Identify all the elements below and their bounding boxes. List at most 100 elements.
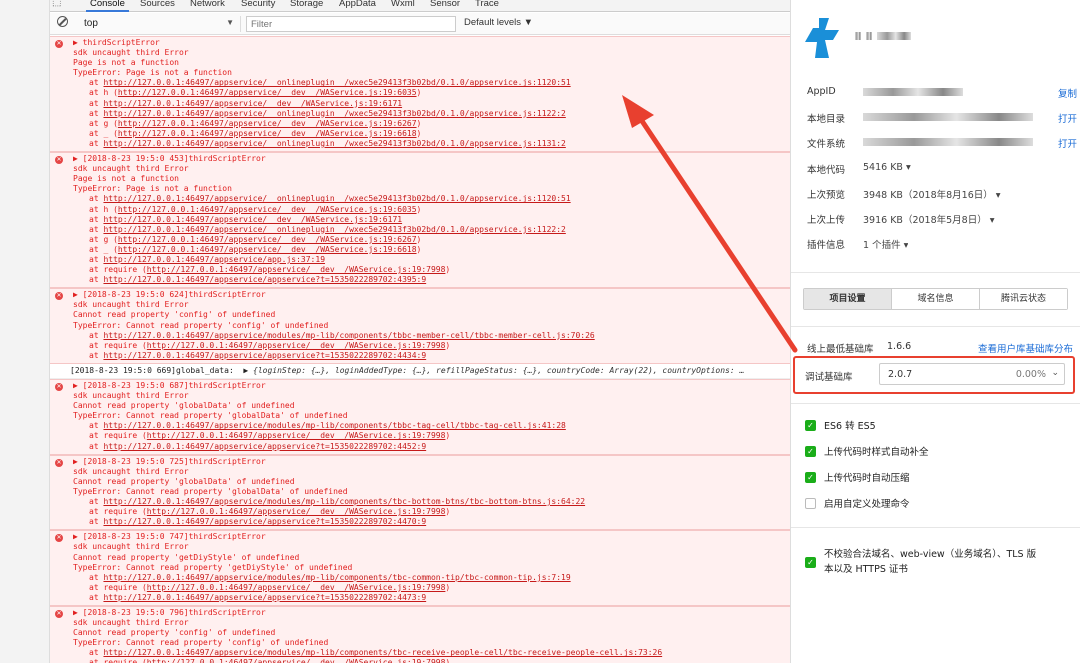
tab-sources[interactable]: Sources — [140, 0, 175, 9]
log-error-message: Cannot read property 'getDiyStyle' of un… — [73, 552, 300, 562]
stack-prefix: at — [89, 194, 104, 204]
stack-link[interactable]: http://127.0.0.1:46497/appservice/appser… — [103, 517, 426, 526]
stack-link[interactable]: http://127.0.0.1:46497/appservice/__onli… — [103, 225, 565, 234]
stack-prefix: at — [89, 108, 104, 118]
tab-security[interactable]: Security — [241, 0, 275, 9]
tab-storage[interactable]: Storage — [290, 0, 323, 9]
stack-link[interactable]: http://127.0.0.1:46497/appservice/appser… — [103, 442, 426, 451]
stack-prefix: at h ( — [89, 88, 118, 98]
check-minify[interactable]: ✓ 上传代码时自动压缩 — [805, 472, 1073, 486]
tab-sensor[interactable]: Sensor — [430, 0, 460, 9]
stack-frame: at http://127.0.0.1:46497/appservice/mod… — [73, 421, 790, 431]
tab-tencent-cloud-status[interactable]: 腾讯云状态 — [980, 289, 1067, 309]
tab-console[interactable]: Console — [86, 0, 129, 12]
stack-link[interactable]: http://127.0.0.1:46497/appservice/__onli… — [103, 194, 570, 203]
lib-distribution-link[interactable]: 查看用户库基础库分布 — [978, 341, 1073, 355]
stack-link[interactable]: http://127.0.0.1:46497/appservice/__dev_… — [147, 658, 446, 663]
log-info-line[interactable]: [2018-8-23 19:5:0 669]global_data: ▶ {lo… — [50, 363, 790, 379]
tab-trace[interactable]: Trace — [475, 0, 499, 9]
checkbox-checked-icon[interactable]: ✓ — [805, 446, 816, 457]
stack-link[interactable]: http://127.0.0.1:46497/appservice/__onli… — [103, 109, 565, 118]
stack-frame: at http://127.0.0.1:46497/appservice/__o… — [73, 225, 790, 235]
stack-prefix: at _ ( — [89, 244, 118, 254]
check-label-line2: 本以及 HTTPS 证书 — [824, 564, 908, 575]
stack-frame: at http://127.0.0.1:46497/appservice/app… — [73, 517, 790, 527]
stack-link[interactable]: http://127.0.0.1:46497/appservice/appser… — [103, 275, 426, 284]
log-error-head[interactable]: ▶ [2018-8-23 19:5:0 453]thirdScriptError — [73, 154, 790, 164]
stack-link[interactable]: http://127.0.0.1:46497/appservice/__dev_… — [147, 265, 446, 274]
row-label: 文件系统 — [807, 139, 846, 150]
stack-link[interactable]: http://127.0.0.1:46497/appservice/__dev_… — [118, 205, 417, 214]
check-skip-domain[interactable]: ✓ 不校验合法域名、web-view（业务域名）、TLS 版 本以及 HTTPS… — [805, 548, 1073, 578]
log-error-message: Page is not a function — [73, 58, 179, 68]
local-code-size[interactable]: 5416 KB ▾ — [863, 162, 911, 173]
stack-link[interactable]: http://127.0.0.1:46497/appservice/__onli… — [103, 139, 565, 148]
last-upload-size[interactable]: 3916 KB（2018年5月8日） ▾ — [863, 212, 995, 226]
log-object[interactable]: {loginStep: {…}, loginAddedType: {…}, re… — [253, 366, 744, 375]
tab-network[interactable]: Network — [190, 0, 225, 9]
stack-link[interactable]: http://127.0.0.1:46497/appservice/__dev_… — [118, 119, 417, 128]
check-autoprefix[interactable]: ✓ 上传代码时样式自动补全 — [805, 446, 1073, 460]
debug-lib-select[interactable]: 2.0.7 0.00% ⌄ — [879, 363, 1065, 385]
log-error-head[interactable]: ▶ [2018-8-23 19:5:0 796]thirdScriptError — [73, 608, 790, 618]
open-filesystem-button[interactable]: 打开 — [1058, 136, 1077, 150]
stack-link[interactable]: http://127.0.0.1:46497/appservice/__dev_… — [118, 88, 417, 97]
tab-project-settings[interactable]: 项目设置 — [804, 289, 892, 309]
tab-appdata[interactable]: AppData — [339, 0, 376, 9]
open-local-dir-button[interactable]: 打开 — [1058, 111, 1077, 125]
check-es6[interactable]: ✓ ES6 转 ES5 — [805, 420, 1073, 434]
error-icon: ✕ — [55, 292, 63, 301]
check-custom-cmd[interactable]: 启用自定义处理命令 — [805, 498, 1073, 512]
stack-frame: at http://127.0.0.1:46497/appservice/mod… — [73, 497, 790, 507]
tab-toggle-icon[interactable]: ⬚ — [52, 0, 61, 8]
log-error-message: Cannot read property 'config' of undefin… — [73, 310, 276, 320]
stack-link[interactable]: http://127.0.0.1:46497/appservice/__dev_… — [118, 245, 417, 254]
log-error-head[interactable]: ▶ [2018-8-23 19:5:0 687]thirdScriptError — [73, 381, 790, 391]
stack-link[interactable]: http://127.0.0.1:46497/appservice/module… — [103, 331, 594, 340]
last-preview-size[interactable]: 3948 KB（2018年8月16日） ▾ — [863, 187, 1001, 201]
filter-input[interactable] — [246, 16, 456, 32]
log-error-head[interactable]: ▶ [2018-8-23 19:5:0 725]thirdScriptError — [73, 457, 790, 467]
stack-link[interactable]: http://127.0.0.1:46497/appservice/__dev_… — [147, 583, 446, 592]
check-label-line1: 不校验合法域名、web-view（业务域名）、TLS 版 — [824, 549, 1037, 560]
checkbox-unchecked-icon[interactable] — [805, 498, 816, 509]
stack-link[interactable]: http://127.0.0.1:46497/appservice/__dev_… — [147, 341, 446, 350]
log-error-head[interactable]: ▶ [2018-8-23 19:5:0 747]thirdScriptError — [73, 532, 790, 542]
stack-link[interactable]: http://127.0.0.1:46497/appservice/__dev_… — [147, 507, 446, 516]
context-select[interactable]: top ▼ — [78, 16, 241, 32]
checkbox-checked-icon[interactable]: ✓ — [805, 420, 816, 431]
stack-frame: at require (http://127.0.0.1:46497/appse… — [73, 583, 790, 593]
stack-link[interactable]: http://127.0.0.1:46497/appservice/__dev_… — [147, 431, 446, 440]
log-levels-select[interactable]: Default levels ▼ — [464, 17, 533, 28]
stack-link[interactable]: http://127.0.0.1:46497/appservice/appser… — [103, 351, 426, 360]
stack-link[interactable]: http://127.0.0.1:46497/appservice/module… — [103, 421, 565, 430]
log-error-head[interactable]: ▶ [2018-8-23 19:5:0 624]thirdScriptError — [73, 290, 790, 300]
log-error-head[interactable]: ▶ thirdScriptError — [73, 38, 790, 48]
tab-domain-info[interactable]: 域名信息 — [892, 289, 980, 309]
checkbox-checked-icon[interactable]: ✓ — [805, 557, 816, 568]
checkbox-checked-icon[interactable]: ✓ — [805, 472, 816, 483]
stack-link[interactable]: http://127.0.0.1:46497/appservice/module… — [103, 497, 585, 506]
log-error-message: sdk uncaught third Error — [73, 391, 189, 401]
stack-prefix: at — [89, 224, 104, 234]
log-error-entry: ✕ ▶ [2018-8-23 19:5:0 687]thirdScriptErro… — [50, 379, 790, 455]
stack-link[interactable]: http://127.0.0.1:46497/appservice/__dev_… — [103, 215, 402, 224]
copy-appid-button[interactable]: 复制 — [1058, 86, 1077, 100]
stack-link[interactable]: http://127.0.0.1:46497/appservice/__onli… — [103, 78, 570, 87]
stack-link[interactable]: http://127.0.0.1:46497/appservice/appser… — [103, 593, 426, 602]
stack-link[interactable]: http://127.0.0.1:46497/appservice/app.js… — [103, 255, 325, 264]
stack-link[interactable]: http://127.0.0.1:46497/appservice/module… — [103, 573, 570, 582]
stack-link[interactable]: http://127.0.0.1:46497/appservice/__dev_… — [118, 129, 417, 138]
error-icon: ✕ — [55, 458, 63, 467]
check-label: 上传代码时样式自动补全 — [824, 447, 929, 458]
stack-suffix: ) — [445, 265, 451, 275]
stack-link[interactable]: http://127.0.0.1:46497/appservice/module… — [103, 648, 662, 657]
log-error-message: TypeError: Cannot read property 'config'… — [73, 638, 329, 648]
stack-link[interactable]: http://127.0.0.1:46497/appservice/__dev_… — [103, 99, 402, 108]
stack-prefix: at — [89, 592, 104, 602]
plugin-info[interactable]: 1 个插件 ▾ — [863, 237, 908, 251]
debug-lib-version: 2.0.7 — [888, 369, 913, 380]
log-error-message: Cannot read property 'globalData' of und… — [73, 476, 295, 486]
tab-wxml[interactable]: Wxml — [391, 0, 415, 9]
stack-link[interactable]: http://127.0.0.1:46497/appservice/__dev_… — [118, 235, 417, 244]
